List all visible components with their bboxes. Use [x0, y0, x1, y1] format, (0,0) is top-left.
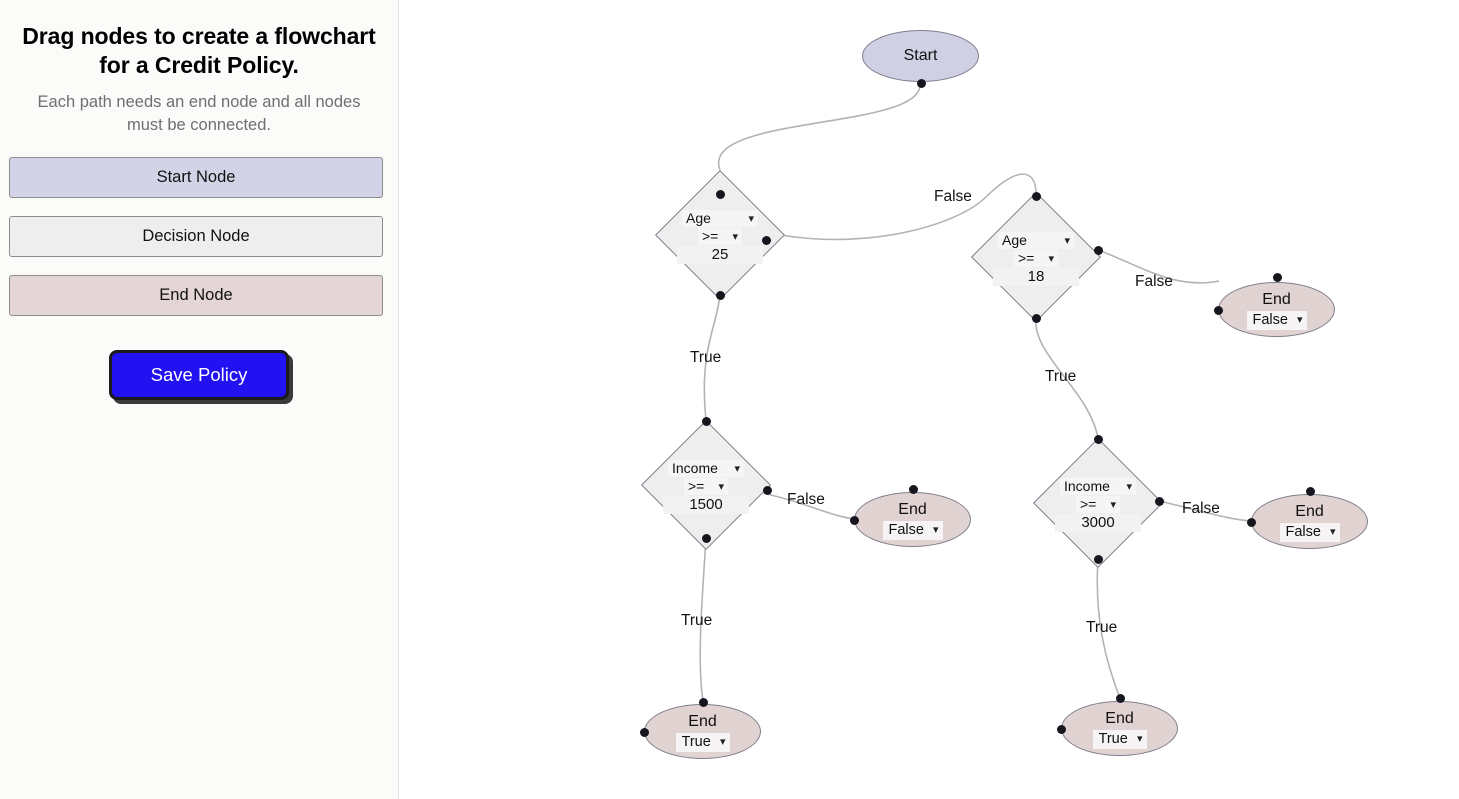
- decision-node-fields: Income ▾ >= ▾: [1033, 478, 1163, 532]
- page-title: Drag nodes to create a flowchart for a C…: [22, 23, 376, 78]
- end-result-select-wrap[interactable]: True ▾: [1092, 729, 1147, 749]
- page-subtitle: Each path needs an end node and all node…: [37, 93, 361, 134]
- end-node-label: End: [688, 712, 717, 730]
- end-node-income1500-true[interactable]: End True ▾: [639, 697, 761, 759]
- end-node-label: End: [898, 500, 927, 518]
- decision-value-input[interactable]: [1055, 514, 1141, 532]
- edge-label-income1500-true: True: [681, 612, 713, 629]
- end-result-select-wrap[interactable]: False ▾: [1246, 310, 1307, 330]
- decision-top-port[interactable]: [1093, 434, 1103, 444]
- field-select-wrap[interactable]: Age ▾: [682, 210, 758, 227]
- decision-false-port[interactable]: [1093, 245, 1103, 255]
- decision-true-port[interactable]: [715, 290, 725, 300]
- decision-field-select[interactable]: Income: [668, 460, 744, 477]
- decision-top-port[interactable]: [715, 189, 725, 199]
- palette-decision-node-button[interactable]: Decision Node: [9, 216, 383, 257]
- decision-operator-select[interactable]: >=: [698, 228, 742, 245]
- decision-field-select[interactable]: Age: [682, 210, 758, 227]
- edge-label-income3000-false: False: [1182, 500, 1220, 517]
- operator-select-wrap[interactable]: >= ▾: [1076, 496, 1120, 513]
- end-node-input-port[interactable]: [849, 515, 859, 525]
- end-result-select[interactable]: False: [1246, 310, 1307, 330]
- decision-false-port[interactable]: [762, 485, 772, 495]
- edge-label-age25-true: True: [690, 349, 722, 366]
- end-result-select-wrap[interactable]: True ▾: [675, 732, 730, 752]
- end-result-select[interactable]: False: [1279, 522, 1340, 542]
- decision-true-port[interactable]: [701, 533, 711, 543]
- save-button-wrapper: Save Policy: [0, 334, 398, 400]
- end-result-select[interactable]: True: [1092, 729, 1147, 749]
- decision-top-port[interactable]: [1031, 191, 1041, 201]
- end-node-top-port[interactable]: [1115, 693, 1125, 703]
- decision-node-age-18[interactable]: Age ▾ >= ▾: [970, 191, 1103, 323]
- operator-select-wrap[interactable]: >= ▾: [698, 228, 742, 245]
- decision-node-income-3000[interactable]: Income ▾ >= ▾: [1032, 434, 1164, 569]
- decision-node-income-1500[interactable]: Income ▾ >= ▾: [640, 416, 772, 551]
- flowchart-builder-app: Drag nodes to create a flowchart for a C…: [0, 0, 1459, 799]
- end-node-income1500-false[interactable]: End False ▾: [849, 484, 971, 547]
- palette-start-node-button[interactable]: Start Node: [9, 157, 383, 198]
- end-result-select[interactable]: True: [675, 732, 730, 752]
- decision-true-port[interactable]: [1093, 554, 1103, 564]
- end-result-select[interactable]: False: [882, 520, 943, 540]
- flowchart-canvas[interactable]: False True False True False True False T…: [399, 0, 1459, 799]
- end-result-select-wrap[interactable]: False ▾: [1279, 522, 1340, 542]
- end-node-label: End: [1262, 290, 1291, 308]
- start-node-output-port[interactable]: [916, 78, 926, 88]
- decision-value-input[interactable]: [663, 496, 749, 514]
- edge-label-age18-false: False: [1135, 273, 1173, 290]
- start-node-label: Start: [903, 47, 938, 64]
- end-node-label: End: [1295, 502, 1324, 520]
- end-node-top-port[interactable]: [1272, 272, 1282, 282]
- decision-field-select[interactable]: Income: [1060, 478, 1136, 495]
- end-node-top-port[interactable]: [908, 484, 918, 494]
- end-node-top-port[interactable]: [1305, 486, 1315, 496]
- decision-true-port[interactable]: [1031, 313, 1041, 323]
- decision-value-input[interactable]: [993, 268, 1079, 286]
- decision-false-port[interactable]: [1154, 496, 1164, 506]
- save-policy-button[interactable]: Save Policy: [109, 350, 289, 400]
- decision-value-input[interactable]: [677, 246, 763, 264]
- sidebar-panel: Drag nodes to create a flowchart for a C…: [0, 0, 399, 799]
- decision-false-port[interactable]: [761, 235, 771, 245]
- end-node-top-port[interactable]: [698, 697, 708, 707]
- node-palette: Start Node Decision Node End Node: [0, 137, 398, 316]
- start-node[interactable]: Start: [862, 30, 979, 88]
- end-node-input-port[interactable]: [1056, 724, 1066, 734]
- end-node-age18-false[interactable]: End False ▾: [1213, 272, 1335, 337]
- decision-top-port[interactable]: [701, 416, 711, 426]
- edge-label-income3000-true: True: [1086, 619, 1118, 636]
- end-node-input-port[interactable]: [1213, 305, 1223, 315]
- edge-label-age18-true: True: [1045, 368, 1077, 385]
- decision-operator-select[interactable]: >=: [684, 478, 728, 495]
- decision-operator-select[interactable]: >=: [1076, 496, 1120, 513]
- decision-field-select[interactable]: Age: [998, 232, 1074, 249]
- field-select-wrap[interactable]: Income ▾: [1060, 478, 1136, 495]
- palette-end-node-button[interactable]: End Node: [9, 275, 383, 316]
- decision-operator-select[interactable]: >=: [1014, 250, 1058, 267]
- decision-node-fields: Age ▾ >= ▾: [971, 232, 1101, 286]
- field-select-wrap[interactable]: Age ▾: [998, 232, 1074, 249]
- decision-node-age-25[interactable]: Age ▾ >= ▾: [654, 169, 786, 301]
- edge-label-income1500-false: False: [787, 491, 825, 508]
- operator-select-wrap[interactable]: >= ▾: [1014, 250, 1058, 267]
- end-node-input-port[interactable]: [1246, 517, 1256, 527]
- end-node-income3000-false[interactable]: End False ▾: [1246, 486, 1368, 549]
- end-node-input-port[interactable]: [639, 727, 649, 737]
- edge-start-to-age25: [717, 84, 921, 171]
- field-select-wrap[interactable]: Income ▾: [668, 460, 744, 477]
- end-result-select-wrap[interactable]: False ▾: [882, 520, 943, 540]
- decision-node-fields: Income ▾ >= ▾: [641, 460, 771, 514]
- operator-select-wrap[interactable]: >= ▾: [684, 478, 728, 495]
- edge-label-age25-false: False: [934, 188, 972, 205]
- edge-layer: [699, 84, 1253, 702]
- end-node-label: End: [1105, 709, 1134, 727]
- end-node-income3000-true[interactable]: End True ▾: [1056, 693, 1178, 756]
